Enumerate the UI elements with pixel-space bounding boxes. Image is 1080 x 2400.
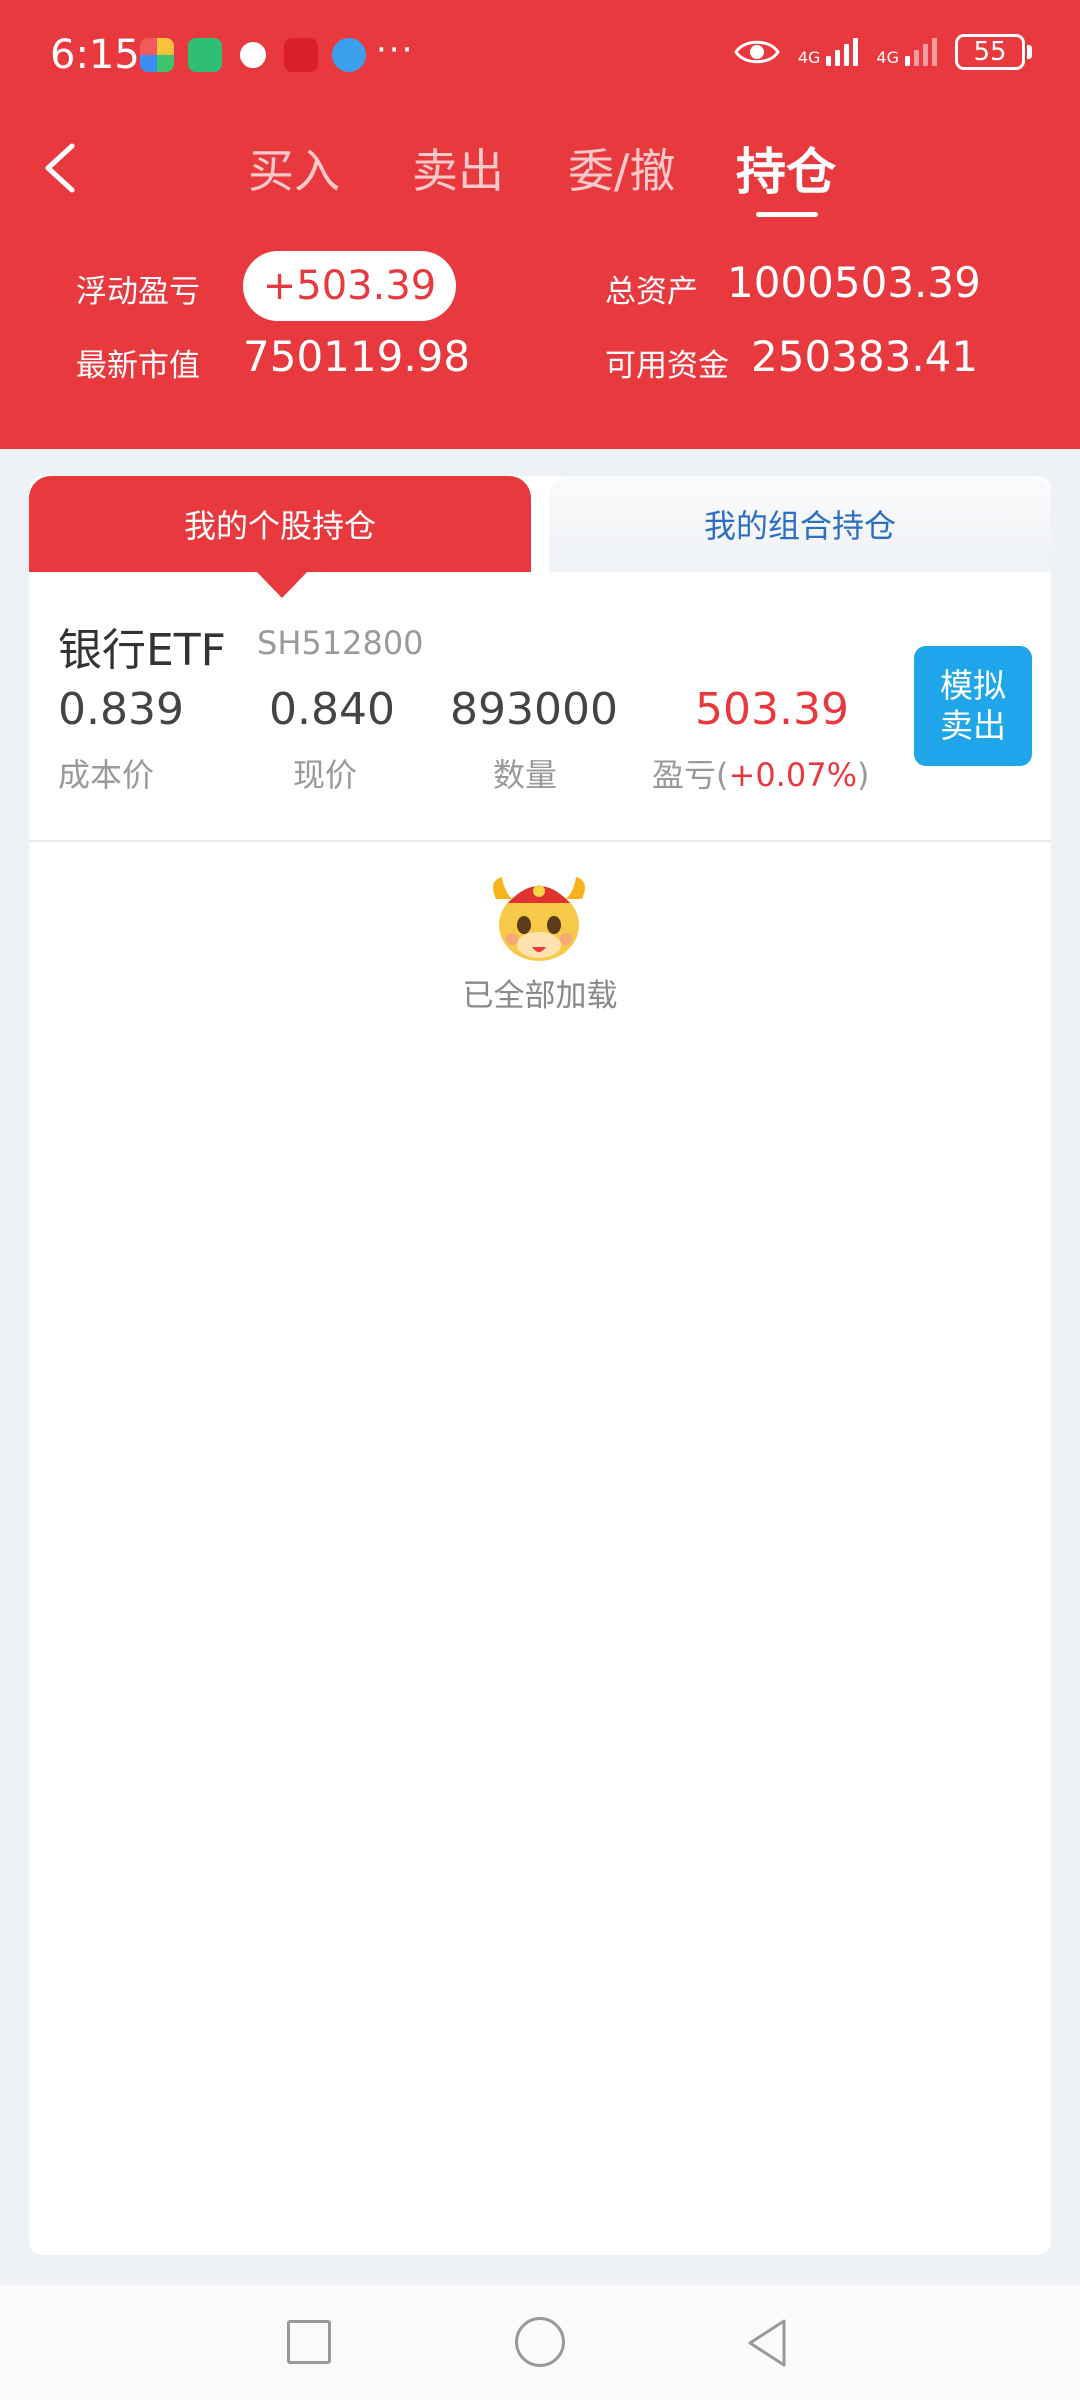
recent-apps-icon[interactable]: [287, 2320, 331, 2364]
tab-pointer: [255, 570, 309, 598]
app-heart-icon: [284, 38, 318, 72]
profit-loss-label: 盈亏(+0.07%): [652, 756, 870, 794]
quantity-label: 数量: [493, 756, 558, 794]
cow-mascot-icon: [493, 877, 585, 961]
tab-sell[interactable]: 卖出: [412, 135, 504, 201]
more-notifications-icon: ···: [376, 30, 415, 70]
eye-icon: [734, 40, 780, 64]
trade-tabs: 买入 卖出 委/撤 持仓: [0, 130, 1080, 220]
battery-icon: 55: [955, 34, 1032, 70]
system-nav-bar: [0, 2285, 1080, 2400]
profit-loss-percent: +0.07%: [728, 756, 857, 794]
current-price: 0.840: [269, 684, 395, 735]
available-funds-label: 可用资金: [605, 348, 729, 384]
total-assets-label: 总资产: [605, 274, 698, 310]
active-tab-indicator: [756, 212, 818, 217]
simulate-sell-button[interactable]: 模拟 卖出: [914, 646, 1032, 766]
stock-code: SH512800: [257, 624, 424, 662]
floating-pl-value: +503.39: [243, 251, 456, 321]
tab-stock-holdings[interactable]: 我的个股持仓: [29, 476, 531, 572]
stock-name[interactable]: 银行ETF: [58, 614, 226, 678]
available-funds: 250383.41: [751, 332, 979, 381]
status-time: 6:15: [50, 32, 140, 78]
row-divider: [29, 840, 1051, 842]
tab-portfolio-holdings[interactable]: 我的组合持仓: [549, 476, 1051, 572]
current-price-label: 现价: [293, 756, 358, 794]
market-value-label: 最新市值: [76, 348, 200, 384]
holdings-card: 我的个股持仓 我的组合持仓 银行ETF SH512800 0.839 成本价 0…: [29, 476, 1051, 2255]
notification-icons: [140, 38, 366, 72]
total-assets: 1000503.39: [727, 258, 981, 307]
tab-buy[interactable]: 买入: [248, 135, 340, 201]
status-indicators: 4G 4G 55: [734, 34, 1032, 70]
quantity: 893000: [450, 684, 618, 735]
cost-price-label: 成本价: [58, 756, 155, 794]
system-back-icon[interactable]: [744, 2317, 790, 2369]
cost-price: 0.839: [58, 684, 184, 735]
all-loaded-text: 已全部加载: [462, 978, 618, 1014]
status-bar: 6:15 ··· 4G 4G 55: [0, 0, 1080, 110]
signal-1-icon: 4G: [798, 38, 859, 66]
home-icon[interactable]: [515, 2317, 565, 2367]
battery-level: 55: [955, 34, 1025, 70]
app-green-icon: [188, 38, 222, 72]
profit-loss: 503.39: [695, 684, 849, 735]
app-blue-icon: [332, 38, 366, 72]
floating-pl-label: 浮动盈亏: [76, 274, 200, 310]
signal-2-icon: 4G: [876, 38, 937, 66]
header: 6:15 ··· 4G 4G 55 买入 卖出 委/撤 持仓 浮动盈亏 +503…: [0, 0, 1080, 449]
app-photos-icon: [140, 38, 174, 72]
market-value: 750119.98: [243, 332, 471, 381]
app-clock-icon: [236, 38, 270, 72]
tab-orders[interactable]: 委/撤: [568, 135, 676, 201]
tab-positions[interactable]: 持仓: [736, 132, 836, 204]
